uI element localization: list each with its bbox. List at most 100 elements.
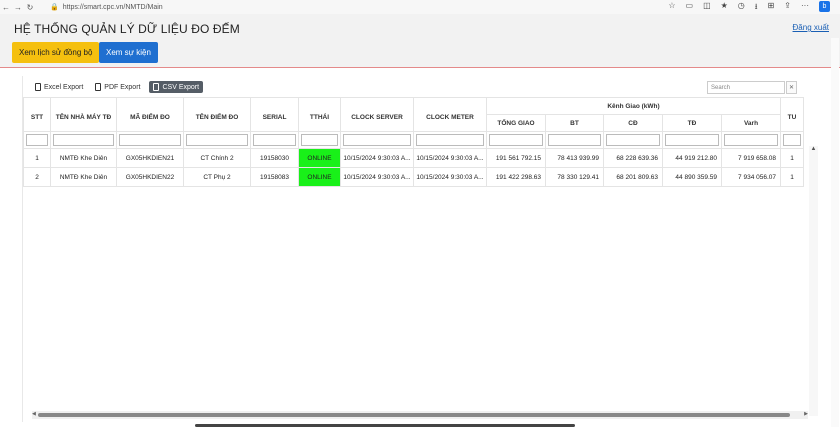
browser-bar: ← → ↻ 🔒 https://smart.cpc.vn/NMTD/Main ☆…	[0, 0, 840, 14]
filter-input[interactable]	[489, 134, 543, 146]
cell-total: 191 561 792.15	[486, 148, 546, 168]
extension-icon[interactable]: b	[819, 1, 830, 12]
filter-row	[23, 131, 804, 149]
favorite-icon[interactable]: ☆	[668, 1, 675, 15]
logout-link[interactable]: Đăng xuất	[793, 23, 829, 32]
cell-stt: 1	[23, 148, 51, 168]
filter-input[interactable]	[606, 134, 660, 146]
search-input[interactable]: Search	[707, 81, 785, 94]
cell-serial: 19158030	[250, 148, 299, 168]
filter-input[interactable]	[665, 134, 719, 146]
scroll-left-icon[interactable]: ◀	[32, 411, 36, 417]
share-icon[interactable]: ⇪	[784, 1, 791, 15]
url-text: https://smart.cpc.vn/NMTD/Main	[62, 3, 163, 11]
menu-icon[interactable]: ···	[801, 1, 809, 15]
cell-tu: 1	[780, 148, 804, 168]
col-header[interactable]: CLOCK METER	[413, 97, 487, 132]
cell-td: 44 890 359.59	[662, 167, 722, 187]
scrollbar-thumb[interactable]	[38, 413, 790, 417]
cell-bt: 78 413 939.99	[545, 148, 604, 168]
filter-input[interactable]	[26, 134, 48, 146]
filter-input[interactable]	[724, 134, 778, 146]
col-header[interactable]: CĐ	[603, 114, 663, 132]
forward-icon[interactable]: →	[12, 3, 24, 12]
excel-export-label: Excel Export	[44, 83, 84, 91]
cell-point-code: GX05HKDIEN22	[116, 167, 184, 187]
view-events-button[interactable]: Xem sự kiện	[99, 42, 158, 63]
cell-td: 44 919 212.80	[662, 148, 722, 168]
col-header[interactable]: MÃ ĐIỂM ĐO	[116, 97, 184, 132]
cell-plant: NMTĐ Khe Diên	[50, 148, 117, 168]
col-header[interactable]: SERIAL	[250, 97, 299, 132]
filter-input[interactable]	[416, 134, 484, 146]
collections-icon[interactable]: ⊞	[768, 1, 775, 15]
cell-point-name: CT Chính 2	[183, 148, 251, 168]
table-vertical-scrollbar[interactable]: ▲	[809, 146, 818, 416]
col-header[interactable]: TĐ	[662, 114, 722, 132]
cell-clock-server: 10/15/2024 9:30:03 A...	[340, 148, 414, 168]
col-header[interactable]: CLOCK SERVER	[340, 97, 414, 132]
search-clear-icon[interactable]: ✕	[786, 81, 797, 94]
cell-stt: 2	[23, 167, 51, 187]
cell-varh: 7 934 056.07	[721, 167, 781, 187]
cell-cd: 68 228 639.36	[603, 148, 663, 168]
status-badge: ONLINE	[298, 148, 341, 168]
filter-input[interactable]	[301, 134, 338, 146]
cell-clock-meter: 10/15/2024 9:30:03 A...	[413, 148, 487, 168]
excel-icon	[35, 83, 41, 91]
filter-input[interactable]	[53, 134, 114, 146]
table-horizontal-scrollbar[interactable]: ◀ ▶	[32, 411, 808, 419]
back-icon[interactable]: ←	[0, 3, 12, 12]
tab-icon[interactable]: ▭	[686, 1, 694, 15]
status-badge: ONLINE	[298, 167, 341, 187]
filter-input[interactable]	[119, 134, 181, 146]
table-row[interactable]: 1 NMTĐ Khe Diên GX05HKDIEN21 CT Chính 2 …	[23, 148, 804, 168]
csv-icon	[153, 83, 160, 91]
filter-input[interactable]	[343, 134, 411, 146]
col-header[interactable]: TÊN NHÀ MÁY TĐ	[50, 97, 117, 132]
cell-plant: NMTĐ Khe Diên	[50, 167, 117, 187]
col-header[interactable]: TU	[780, 97, 804, 132]
filter-input[interactable]	[783, 134, 801, 146]
address-bar[interactable]: 🔒 https://smart.cpc.vn/NMTD/Main	[50, 3, 163, 12]
history-icon[interactable]: ◷	[738, 1, 745, 15]
cell-serial: 19158083	[250, 167, 299, 187]
col-header[interactable]: TÊN ĐIỂM ĐO	[183, 97, 251, 132]
col-header[interactable]: TTHÁI	[298, 97, 341, 132]
table-row[interactable]: 2 NMTĐ Khe Diên GX05HKDIEN22 CT Phụ 2 19…	[23, 167, 804, 187]
col-header[interactable]: STT	[23, 97, 51, 132]
reload-icon[interactable]: ↻	[24, 3, 36, 12]
split-icon[interactable]: ◫	[703, 1, 711, 15]
pdf-icon	[95, 83, 102, 91]
cell-bt: 78 330 129.41	[545, 167, 604, 187]
page-scrollbar[interactable]	[831, 38, 839, 427]
filter-input[interactable]	[186, 134, 248, 146]
col-header[interactable]: TỔNG GIAO	[486, 114, 546, 132]
group-header: Kênh Giao (kWh)	[486, 97, 781, 115]
cell-point-code: GX05HKDIEN21	[116, 148, 184, 168]
action-bar: Xem lịch sử đồng bộ Xem sự kiện	[0, 38, 840, 68]
lock-icon: 🔒	[50, 4, 59, 11]
pdf-export-button[interactable]: PDF Export	[92, 81, 143, 93]
sync-history-button[interactable]: Xem lịch sử đồng bộ	[12, 42, 100, 63]
download-icon[interactable]: ⭳	[755, 1, 758, 15]
cell-clock-server: 10/15/2024 9:30:03 A...	[340, 167, 414, 187]
csv-export-label: CSV Export	[162, 83, 200, 91]
app-header: HỆ THỐNG QUẢN LÝ DỮ LIỆU ĐO ĐẾM Đăng xuấ…	[0, 14, 840, 38]
cell-clock-meter: 10/15/2024 9:30:03 A...	[413, 167, 487, 187]
col-header[interactable]: BT	[545, 114, 604, 132]
export-toolbar: Excel Export PDF Export CSV Export	[32, 81, 204, 93]
favorites-icon[interactable]: ★	[721, 1, 728, 15]
data-panel: Excel Export PDF Export CSV Export Searc…	[22, 76, 825, 422]
page-title: HỆ THỐNG QUẢN LÝ DỮ LIỆU ĐO ĐẾM	[14, 22, 240, 36]
scroll-right-icon[interactable]: ▶	[804, 411, 808, 417]
cell-tu: 1	[780, 167, 804, 187]
csv-export-button[interactable]: CSV Export	[149, 81, 204, 93]
col-header[interactable]: Varh	[721, 114, 781, 132]
excel-export-button[interactable]: Excel Export	[32, 81, 86, 93]
meter-table: STT TÊN NHÀ MÁY TĐ MÃ ĐIỂM ĐO TÊN ĐIỂM Đ…	[23, 97, 804, 187]
scroll-up-icon[interactable]: ▲	[809, 146, 818, 152]
filter-input[interactable]	[548, 134, 601, 146]
pdf-export-label: PDF Export	[104, 83, 141, 91]
filter-input[interactable]	[253, 134, 296, 146]
